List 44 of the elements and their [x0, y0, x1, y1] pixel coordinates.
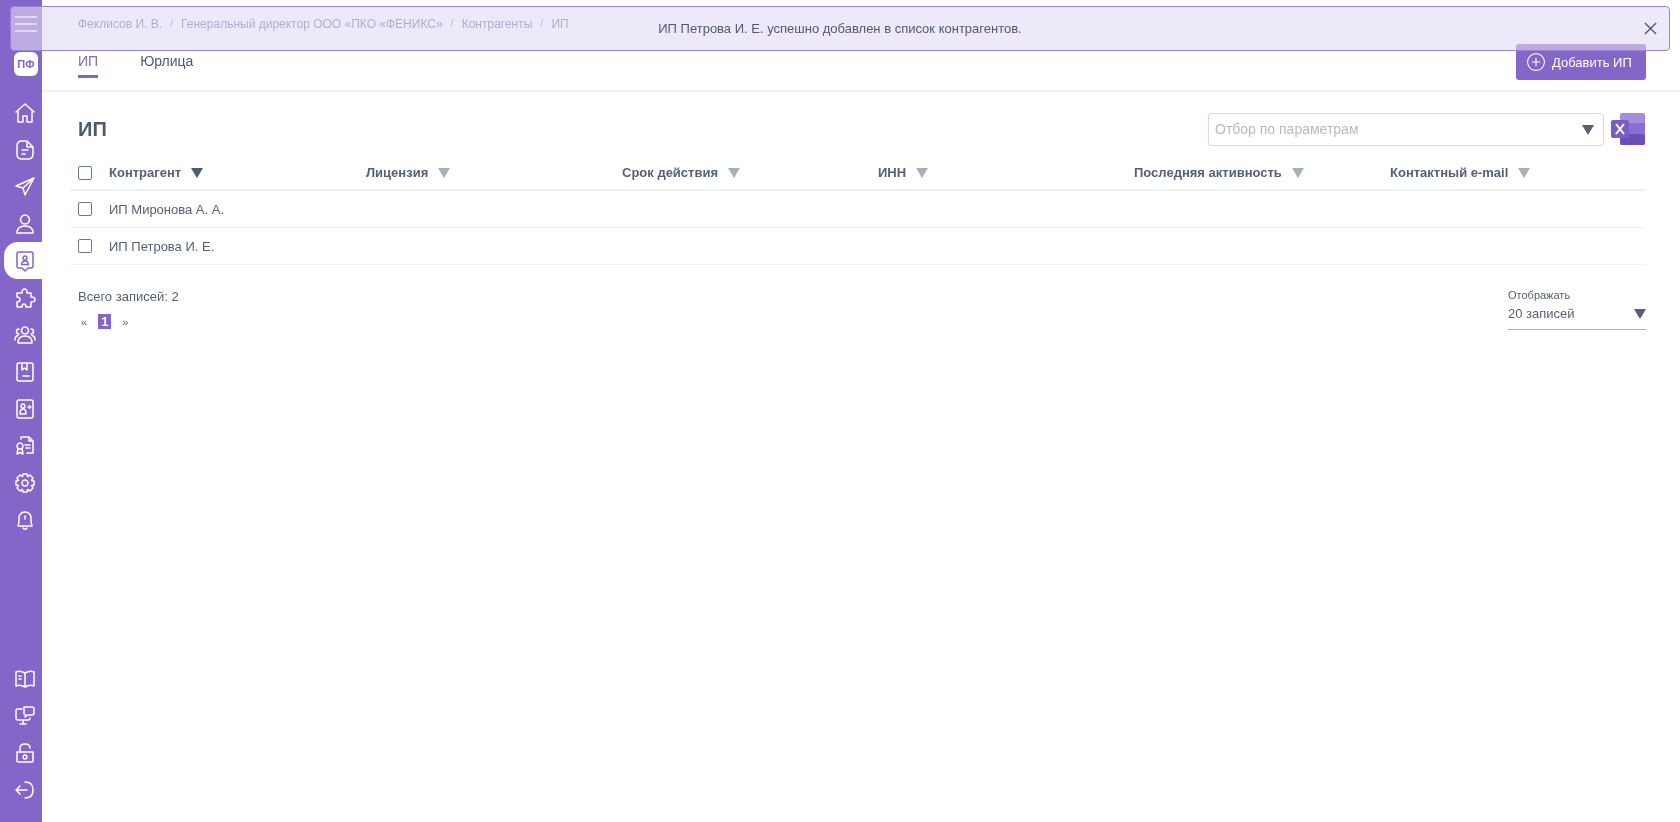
column-header[interactable]: Контрагент [109, 165, 182, 180]
breadcrumb-separator: / [169, 17, 175, 31]
user-icon[interactable] [13, 211, 37, 236]
send-icon[interactable] [13, 174, 37, 199]
previous-page-link[interactable]: « [78, 315, 91, 328]
checkbox[interactable] [78, 239, 92, 253]
filter-field[interactable]: Отбор по параметрам [1208, 112, 1604, 146]
user-badge-icon[interactable] [13, 248, 37, 273]
add-user-icon[interactable] [13, 396, 37, 421]
puzzle-icon[interactable] [13, 285, 37, 310]
tab[interactable]: ИП [78, 53, 99, 78]
breadcrumb-separator: / [539, 17, 545, 31]
dropdown-arrow-icon [1582, 124, 1594, 135]
dropdown-arrow-icon [1634, 308, 1646, 319]
document-icon[interactable] [13, 137, 37, 162]
add-button[interactable]: Добавить ИП [1516, 44, 1646, 80]
monitor-chat-icon[interactable] [13, 703, 37, 728]
table-cell: ИП Петрова И. Е. [109, 238, 215, 254]
checkbox[interactable] [78, 165, 92, 180]
column-header[interactable]: Лицензия [366, 165, 429, 180]
checkbox[interactable] [78, 202, 92, 216]
column-header[interactable]: Контактный e-mail [1390, 165, 1509, 180]
tab[interactable]: Юрлица [140, 53, 194, 78]
sort-arrow-icon[interactable] [191, 167, 204, 178]
column-header[interactable]: Срок действия [622, 165, 719, 180]
page-size-select[interactable]: 20 записей [1508, 306, 1646, 330]
column-header[interactable]: ИНН [878, 165, 907, 180]
excel-export-icon[interactable] [1610, 112, 1646, 146]
home-icon[interactable] [13, 100, 37, 125]
breadcrumb-separator: / [449, 17, 455, 31]
page-title: ИП [78, 117, 108, 141]
logo[interactable]: ПФ [14, 52, 38, 76]
next-page-link[interactable]: » [119, 315, 132, 328]
table-cell: ИП Миронова А. А. [109, 201, 225, 217]
bookmark-icon[interactable] [13, 359, 37, 384]
page-size-label: Отображать [1508, 289, 1572, 301]
notification-message: ИП Петрова И. Е. успешно добавлен в список контрагентов. [658, 21, 1022, 36]
total-records: Всего записей: 2 [78, 289, 179, 304]
certificate-icon[interactable] [13, 433, 37, 458]
page-link[interactable]: 1 [98, 314, 112, 329]
column-header[interactable]: Последняя активность [1134, 165, 1282, 180]
settings-icon[interactable] [13, 470, 37, 495]
close-icon[interactable] [1644, 22, 1657, 35]
unlock-icon[interactable] [13, 740, 37, 765]
